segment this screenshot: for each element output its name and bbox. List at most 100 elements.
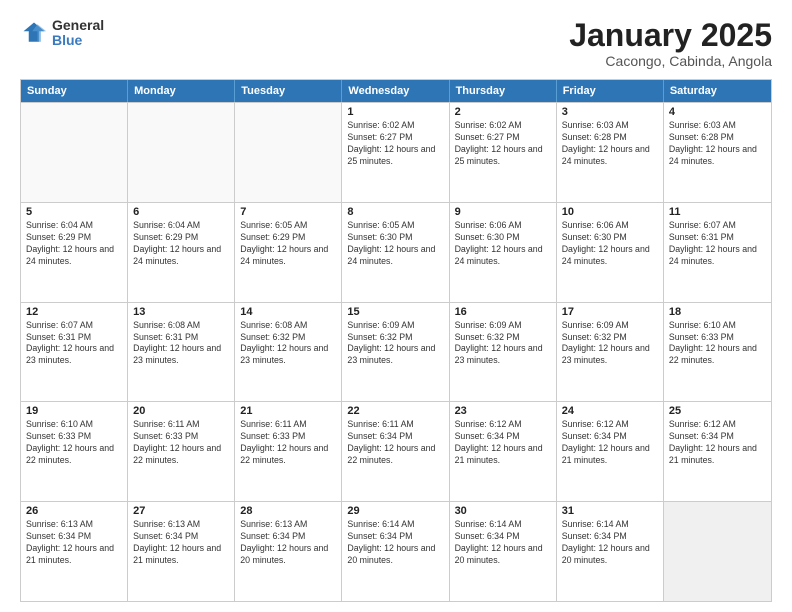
day-number: 18 — [669, 306, 766, 318]
sunset-text: Sunset: 6:29 PM — [26, 232, 122, 244]
daylight-text: Daylight: 12 hours and 24 minutes. — [240, 244, 336, 268]
sunset-text: Sunset: 6:31 PM — [669, 232, 766, 244]
calendar-cell-day-31: 31 Sunrise: 6:14 AMSunset: 6:34 PMDayligh… — [557, 502, 664, 601]
weekday-header-saturday: Saturday — [664, 80, 771, 102]
day-number: 10 — [562, 206, 658, 218]
calendar-cell-day-9: 9Sunrise: 6:06 AMSunset: 6:30 PMDaylight… — [450, 203, 557, 302]
day-number: 7 — [240, 206, 336, 218]
daylight-text: Daylight: 12 hours and 23 minutes. — [455, 343, 551, 367]
day-number: 31 — [562, 505, 658, 517]
sunset-text: Sunset: 6:34 PM — [455, 431, 551, 443]
day-number: 14 — [240, 306, 336, 318]
day-number: 29 — [347, 505, 443, 517]
sunrise-text: Sunrise: 6:13 AM — [26, 519, 122, 531]
sunrise-text: Sunrise: 6:11 AM — [240, 419, 336, 431]
daylight-text: Daylight: 12 hours and 21 minutes. — [562, 443, 658, 467]
daylight-text: Daylight: 12 hours and 21 minutes. — [455, 443, 551, 467]
sunset-text: Sunset: 6:29 PM — [133, 232, 229, 244]
sunrise-text: Sunrise: 6:07 AM — [26, 320, 122, 332]
weekday-header-wednesday: Wednesday — [342, 80, 449, 102]
logo-general-label: General — [52, 18, 104, 33]
weekday-header-thursday: Thursday — [450, 80, 557, 102]
calendar-cell-day-18: 18Sunrise: 6:10 AMSunset: 6:33 PMDayligh… — [664, 303, 771, 402]
logo-blue-label: Blue — [52, 33, 104, 48]
calendar-cell-day-24: 24Sunrise: 6:12 AMSunset: 6:34 PMDayligh… — [557, 402, 664, 501]
sunset-text: Sunset: 6:32 PM — [562, 332, 658, 344]
calendar-grid: SundayMondayTuesdayWednesdayThursdayFrid… — [20, 79, 772, 602]
calendar-cell-day-22: 22Sunrise: 6:11 AMSunset: 6:34 PMDayligh… — [342, 402, 449, 501]
day-number: 15 — [347, 306, 443, 318]
sunrise-text: Sunrise: 6:09 AM — [347, 320, 443, 332]
sunset-text: Sunset: 6:33 PM — [240, 431, 336, 443]
sunrise-text: Sunrise: 6:09 AM — [455, 320, 551, 332]
sunset-text: Sunset: 6:33 PM — [26, 431, 122, 443]
calendar-cell-day-28: 28Sunrise: 6:13 AMSunset: 6:34 PMDayligh… — [235, 502, 342, 601]
calendar-cell-empty — [235, 103, 342, 202]
sunset-text: Sunset: 6:34 PM — [347, 531, 443, 543]
day-number: 6 — [133, 206, 229, 218]
daylight-text: Daylight: 12 hours and 23 minutes. — [347, 343, 443, 367]
sunrise-text: Sunrise: 6:13 AM — [133, 519, 229, 531]
calendar-cell-day-15: 15Sunrise: 6:09 AMSunset: 6:32 PMDayligh… — [342, 303, 449, 402]
sunset-text: Sunset: 6:34 PM — [240, 531, 336, 543]
daylight-text: Daylight: 12 hours and 23 minutes. — [240, 343, 336, 367]
sunset-text: Sunset: 6:28 PM — [669, 132, 766, 144]
sunset-text: Sunset: 6:30 PM — [562, 232, 658, 244]
sunset-text: Sunset: 6:34 PM — [562, 431, 658, 443]
calendar-cell-day-13: 13Sunrise: 6:08 AMSunset: 6:31 PMDayligh… — [128, 303, 235, 402]
sunrise-text: Sunrise: 6:02 AM — [347, 120, 443, 132]
logo-text: General Blue — [52, 18, 104, 49]
calendar-cell-empty — [664, 502, 771, 601]
calendar-header: SundayMondayTuesdayWednesdayThursdayFrid… — [21, 80, 771, 102]
calendar-cell-day-25: 25Sunrise: 6:12 AMSunset: 6:34 PMDayligh… — [664, 402, 771, 501]
sunset-text: Sunset: 6:34 PM — [347, 431, 443, 443]
calendar-cell-day-21: 21Sunrise: 6:11 AMSunset: 6:33 PMDayligh… — [235, 402, 342, 501]
day-number: 25 — [669, 405, 766, 417]
daylight-text: Daylight: 12 hours and 20 minutes. — [347, 543, 443, 567]
sunrise-text: Sunrise: 6:07 AM — [669, 220, 766, 232]
daylight-text: Daylight: 12 hours and 24 minutes. — [669, 144, 766, 168]
calendar-cell-day-17: 17Sunrise: 6:09 AMSunset: 6:32 PMDayligh… — [557, 303, 664, 402]
calendar-cell-day-14: 14Sunrise: 6:08 AMSunset: 6:32 PMDayligh… — [235, 303, 342, 402]
calendar-row-3: 19Sunrise: 6:10 AMSunset: 6:33 PMDayligh… — [21, 401, 771, 501]
day-number: 12 — [26, 306, 122, 318]
calendar-cell-day-23: 23Sunrise: 6:12 AMSunset: 6:34 PMDayligh… — [450, 402, 557, 501]
day-number: 27 — [133, 505, 229, 517]
sunrise-text: Sunrise: 6:05 AM — [240, 220, 336, 232]
sunset-text: Sunset: 6:29 PM — [240, 232, 336, 244]
calendar-cell-day-8: 8Sunrise: 6:05 AMSunset: 6:30 PMDaylight… — [342, 203, 449, 302]
calendar-cell-empty — [21, 103, 128, 202]
calendar-cell-day-1: 1Sunrise: 6:02 AMSunset: 6:27 PMDaylight… — [342, 103, 449, 202]
sunrise-text: Sunrise: 6:12 AM — [669, 419, 766, 431]
calendar-cell-day-4: 4Sunrise: 6:03 AMSunset: 6:28 PMDaylight… — [664, 103, 771, 202]
daylight-text: Daylight: 12 hours and 23 minutes. — [26, 343, 122, 367]
calendar-row-1: 5Sunrise: 6:04 AMSunset: 6:29 PMDaylight… — [21, 202, 771, 302]
day-number: 23 — [455, 405, 551, 417]
logo-icon — [20, 19, 48, 47]
daylight-text: Daylight: 12 hours and 24 minutes. — [455, 244, 551, 268]
day-number: 20 — [133, 405, 229, 417]
sunrise-text: Sunrise: 6:12 AM — [562, 419, 658, 431]
day-number: 19 — [26, 405, 122, 417]
sunrise-text: Sunrise: 6:14 AM — [347, 519, 443, 531]
sunset-text: Sunset: 6:34 PM — [562, 531, 658, 543]
sunrise-text: Sunrise: 6:09 AM — [562, 320, 658, 332]
weekday-header-friday: Friday — [557, 80, 664, 102]
daylight-text: Daylight: 12 hours and 21 minutes. — [26, 543, 122, 567]
daylight-text: Daylight: 12 hours and 22 minutes. — [347, 443, 443, 467]
calendar-cell-day-2: 2Sunrise: 6:02 AMSunset: 6:27 PMDaylight… — [450, 103, 557, 202]
calendar-cell-day-6: 6Sunrise: 6:04 AMSunset: 6:29 PMDaylight… — [128, 203, 235, 302]
sunrise-text: Sunrise: 6:14 AM — [562, 519, 658, 531]
location-subtitle: Cacongo, Cabinda, Angola — [569, 53, 772, 69]
sunset-text: Sunset: 6:30 PM — [455, 232, 551, 244]
day-number: 26 — [26, 505, 122, 517]
daylight-text: Daylight: 12 hours and 24 minutes. — [562, 244, 658, 268]
calendar-cell-day-27: 27Sunrise: 6:13 AMSunset: 6:34 PMDayligh… — [128, 502, 235, 601]
day-number: 9 — [455, 206, 551, 218]
sunset-text: Sunset: 6:34 PM — [455, 531, 551, 543]
daylight-text: Daylight: 12 hours and 20 minutes. — [455, 543, 551, 567]
sunset-text: Sunset: 6:31 PM — [133, 332, 229, 344]
sunrise-text: Sunrise: 6:02 AM — [455, 120, 551, 132]
calendar-cell-day-19: 19Sunrise: 6:10 AMSunset: 6:33 PMDayligh… — [21, 402, 128, 501]
daylight-text: Daylight: 12 hours and 20 minutes. — [562, 543, 658, 567]
